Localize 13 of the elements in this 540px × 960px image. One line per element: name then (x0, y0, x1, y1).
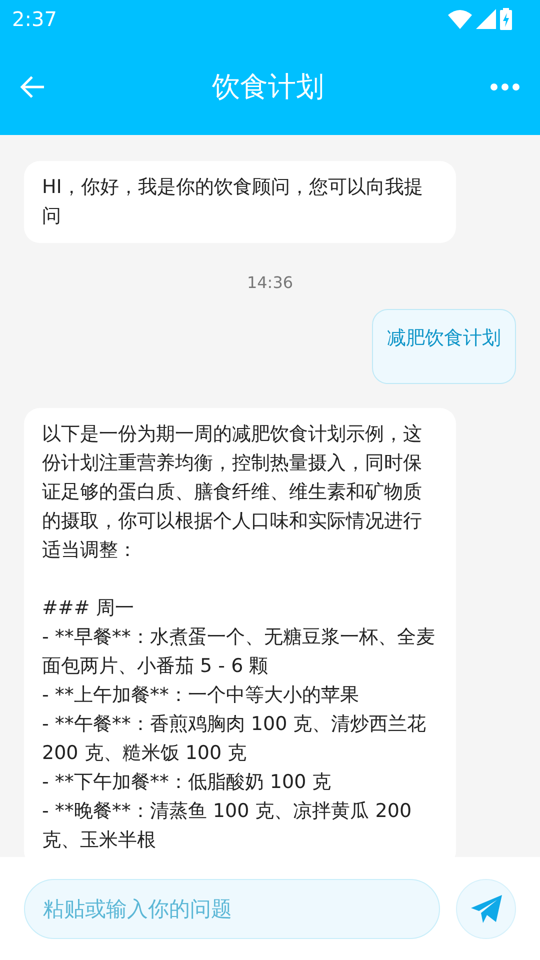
send-icon (469, 894, 503, 924)
assistant-message: HI，你好，我是你的饮食顾问，您可以向我提问 (24, 161, 456, 243)
signal-icon (476, 9, 496, 29)
screen-title: 饮食计划 (211, 68, 325, 104)
wifi-icon (448, 9, 472, 29)
back-icon[interactable] (20, 74, 46, 98)
battery-icon (500, 8, 512, 30)
user-message: 减肥饮食计划 (372, 309, 516, 384)
status-time: 2:37 (12, 6, 57, 33)
message-time: 14:36 (246, 272, 294, 294)
more-icon[interactable] (490, 82, 520, 90)
question-input[interactable]: 粘贴或输入你的问题 (24, 878, 440, 938)
assistant-message: 以下是一份为期一周的减肥饮食计划示例，这份计划注重营养均衡，控制热量摄入，同时保证足够的蛋白质、膳食纤维、维生素和矿物质的摄取，你可以根据个人口味和实际情况进行适当调整： ### 周一 - **早餐**：水煮蛋一个、无糖豆浆一杯、全麦面包两片、小番茄 5 - 6 颗 - **上午加餐**：一个中等大小的苹果 - **午餐**：香煎鸡胸肉 100 克、清炒西兰花 200 克、糙米饭 100 克 - **下午加餐**：低脂酸奶 100 克 - **晚餐**：清蒸鱼 100 克、凉拌黄瓜 200 克、玉米半根 (24, 408, 456, 857)
